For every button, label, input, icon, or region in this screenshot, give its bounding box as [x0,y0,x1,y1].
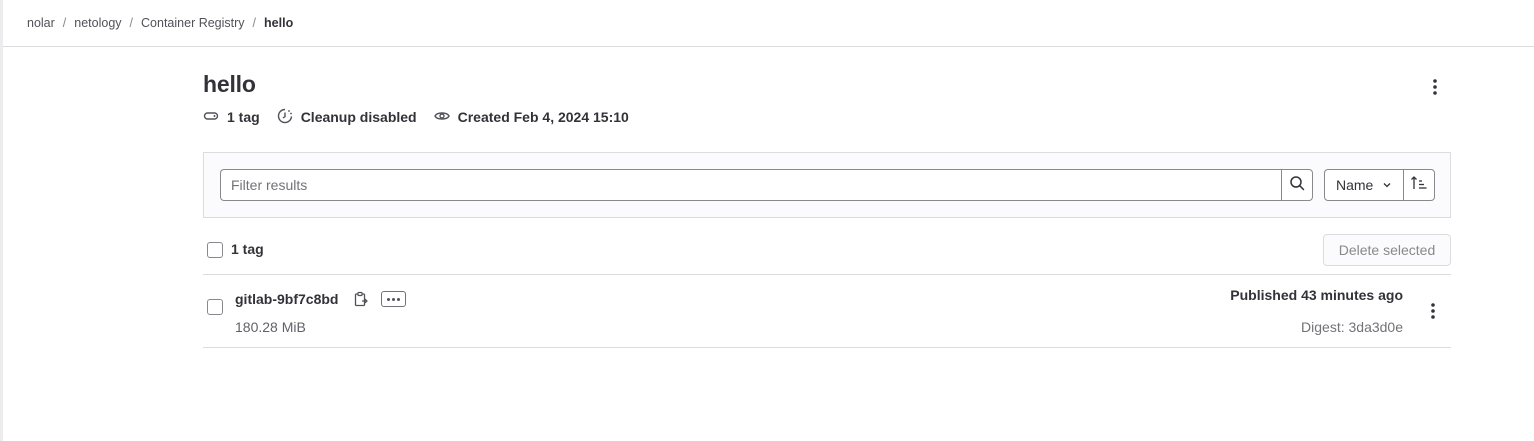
label-icon [203,108,227,127]
meta-created-label: Created Feb 4, 2024 15:10 [457,109,629,125]
filter-bar: Name [203,152,1451,218]
tag-digest: Digest: 3da3d0e [1301,319,1403,335]
image-metadata: 1 tag Cleanup disabled Created Feb 4, 20… [203,107,646,127]
ellipsis-icon[interactable] [381,291,406,307]
breadcrumb-separator: / [252,16,257,30]
meta-created: Created Feb 4, 2024 15:10 [433,108,629,127]
chevron-down-icon [1373,177,1392,193]
eye-icon [433,108,458,127]
breadcrumb-item-netology[interactable]: netology [74,16,121,30]
tags-count-label: 1 tag [231,241,264,257]
tag-name: gitlab-9bf7c8bd [235,291,339,307]
breadcrumb-item-container-registry[interactable]: Container Registry [141,16,245,30]
breadcrumb-separator: / [129,16,134,30]
page-title: hello [203,71,256,97]
meta-cleanup-label: Cleanup disabled [300,109,417,125]
delete-selected-button[interactable]: Delete selected [1323,234,1451,266]
tag-actions-kebab-icon[interactable] [1421,299,1445,323]
copy-to-clipboard-icon[interactable] [353,290,369,308]
search-icon [1289,175,1305,196]
divider [203,347,1451,348]
sort-direction-button[interactable] [1403,169,1435,201]
published-time: Published 43 minutes ago [1230,287,1403,303]
tag-size: 180.28 MiB [235,319,306,335]
meta-tags-label: 1 tag [227,109,260,125]
breadcrumb: nolar / netology / Container Registry / … [3,0,1534,47]
search-button[interactable] [1281,169,1313,201]
page-actions-kebab-icon[interactable] [1423,75,1447,99]
meta-cleanup: Cleanup disabled [277,108,417,127]
select-all-checkbox[interactable] [207,242,223,258]
meta-tags: 1 tag [203,108,260,127]
breadcrumb-separator: / [62,16,67,30]
tag-row-checkbox[interactable] [207,299,223,315]
sort-by-dropdown[interactable]: Name [1324,169,1404,201]
left-sidebar-edge [0,0,3,441]
sort-lowest-icon [1410,175,1428,196]
filter-search-input[interactable] [220,169,1282,201]
expire-icon [277,108,301,127]
divider [203,274,1451,275]
sort-by-label: Name [1336,177,1374,193]
breadcrumb-item-current[interactable]: hello [264,16,293,30]
breadcrumb-item-nolar[interactable]: nolar [27,16,55,30]
